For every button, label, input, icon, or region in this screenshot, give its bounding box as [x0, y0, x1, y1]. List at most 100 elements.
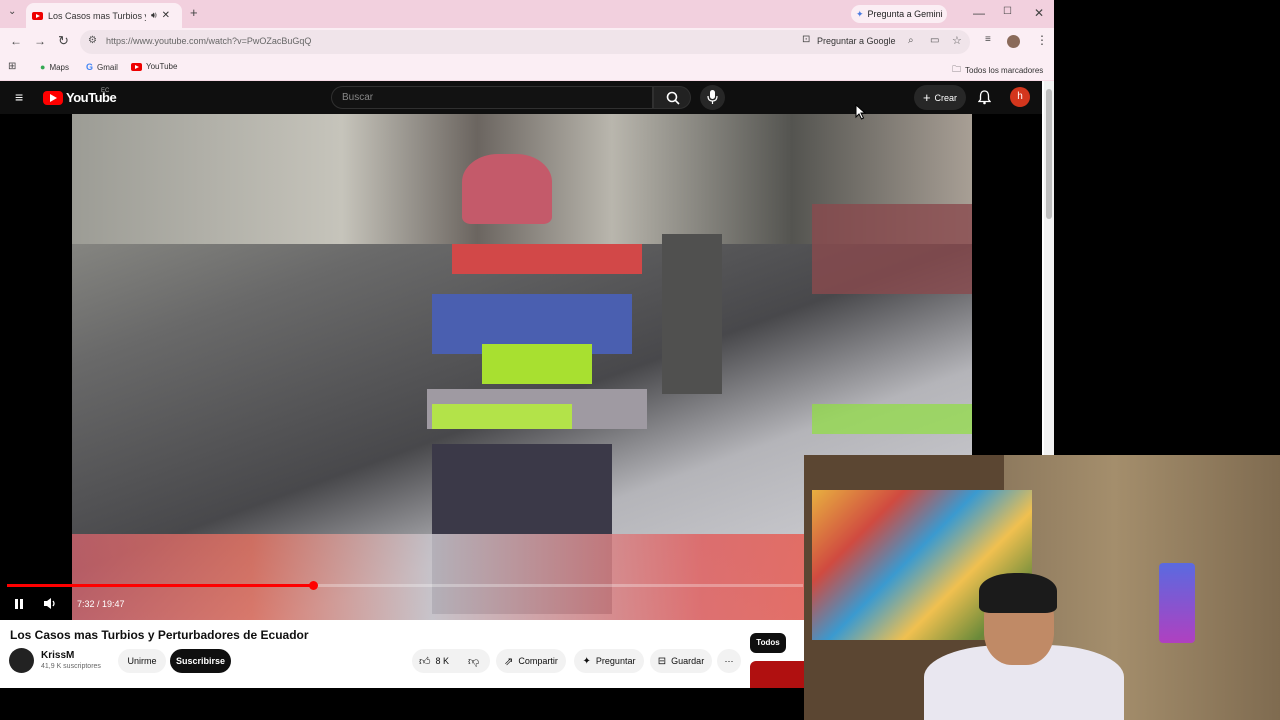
- like-icon[interactable]: 👍︎: [419, 655, 431, 668]
- tab-strip: ⌄ Los Casos mas Turbios y Pe 🔊︎ ✕ + ✦ Pr…: [0, 0, 1054, 28]
- maps-pin-icon: ●: [40, 62, 46, 72]
- url-text[interactable]: https://www.youtube.com/watch?v=PwOZacBu…: [106, 36, 311, 46]
- ask-label: Preguntar: [595, 656, 636, 666]
- time-display: 7:32 / 19:47: [77, 599, 125, 609]
- all-bookmarks-label: Todos los marcadores: [965, 65, 1044, 75]
- apps-grid-icon[interactable]: ⊞: [8, 61, 16, 72]
- close-tab-icon[interactable]: ✕: [162, 10, 170, 21]
- progress-scrubber[interactable]: [309, 581, 318, 590]
- share-button[interactable]: ⇗ Compartir: [496, 649, 566, 673]
- video-person-walking: [662, 234, 722, 394]
- region-code: EC: [101, 88, 110, 94]
- video-car: [812, 204, 972, 294]
- join-button[interactable]: Unirme: [118, 649, 166, 673]
- navigation-bar: ← → ↻ ⚙ https://www.youtube.com/watch?v=…: [0, 28, 1054, 56]
- person-beanie: [979, 573, 1057, 613]
- video-glitch-lime: [432, 404, 572, 429]
- youtube-logo-icon[interactable]: [43, 91, 63, 105]
- microphone-icon: [707, 90, 718, 104]
- site-info-icon[interactable]: ⚙: [88, 35, 97, 46]
- pause-icon[interactable]: [13, 598, 25, 610]
- video-glitch-band: [452, 244, 642, 274]
- recommended-video-thumbnail[interactable]: [750, 661, 804, 688]
- zoom-icon[interactable]: ⌕: [908, 35, 914, 46]
- profile-avatar-icon[interactable]: [1007, 35, 1020, 48]
- youtube-favicon-icon: [32, 11, 43, 20]
- video-glitch-green-right: [812, 404, 972, 434]
- share-icon: ⇗: [504, 655, 514, 668]
- mouse-cursor-icon: [855, 104, 867, 120]
- lens-icon: ⊡: [802, 34, 811, 45]
- bookmark-youtube[interactable]: YouTube: [131, 62, 177, 71]
- new-tab-icon[interactable]: +: [190, 5, 198, 20]
- search-placeholder: Buscar: [342, 92, 374, 103]
- more-actions-button[interactable]: ⋯: [717, 649, 741, 673]
- bookmark-label: Gmail: [97, 62, 118, 72]
- cast-icon[interactable]: ▭: [930, 35, 939, 46]
- media-control-icon[interactable]: ≡: [985, 34, 991, 45]
- youtube-favicon-icon: [131, 62, 142, 71]
- sparkle-icon: ✦: [582, 655, 591, 667]
- ask-google-button[interactable]: Preguntar a Google: [817, 36, 896, 46]
- plus-icon: +: [922, 90, 931, 105]
- save-button[interactable]: ⊟ Guardar: [650, 649, 712, 673]
- bookmark-gmail[interactable]: G Gmail: [86, 62, 118, 72]
- youtube-masthead: ≡ YouTube EC Buscar + Crear h: [0, 81, 1042, 114]
- bookmark-label: YouTube: [146, 62, 178, 71]
- create-button[interactable]: + Crear: [914, 85, 966, 110]
- search-icon: [666, 91, 680, 105]
- account-avatar[interactable]: h: [1010, 87, 1030, 107]
- back-icon[interactable]: ←: [10, 34, 22, 48]
- address-bar[interactable]: ⚙ https://www.youtube.com/watch?v=PwOZac…: [80, 30, 970, 54]
- save-label: Guardar: [671, 656, 705, 666]
- gemini-sparkle-icon: ✦: [856, 8, 864, 19]
- tab-youtube[interactable]: Los Casos mas Turbios y Pe 🔊︎ ✕: [26, 3, 182, 28]
- hamburger-menu-icon[interactable]: ≡: [15, 89, 23, 105]
- progress-bar[interactable]: [7, 581, 803, 590]
- bookmark-maps[interactable]: ● Maps: [40, 62, 69, 72]
- channel-name[interactable]: KrissM: [41, 650, 74, 661]
- webcam-overlay: [804, 455, 1280, 720]
- subscribe-button[interactable]: Suscribirse: [170, 649, 231, 673]
- bookmarks-bar: ⊞ ● Maps G Gmail YouTube 🗀 Todos los mar…: [0, 56, 1054, 80]
- forward-icon[interactable]: →: [34, 34, 46, 48]
- gemini-label: Pregunta a Gemini: [867, 9, 943, 19]
- browser-window: ⌄ Los Casos mas Turbios y Pe 🔊︎ ✕ + ✦ Pr…: [0, 0, 1054, 81]
- video-title: Los Casos mas Turbios y Perturbadores de…: [10, 628, 309, 642]
- tab-title: Los Casos mas Turbios y Pe: [48, 10, 146, 21]
- all-bookmarks-folder[interactable]: 🗀 Todos los marcadores: [952, 62, 1043, 78]
- maximize-icon[interactable]: ☐: [1003, 6, 1012, 17]
- audio-playing-icon[interactable]: 🔊︎: [151, 10, 157, 21]
- like-dislike-group: 👍︎ 8 K 👎︎: [412, 649, 490, 673]
- minimize-icon[interactable]: —: [973, 6, 985, 20]
- share-label: Compartir: [518, 656, 558, 666]
- folder-icon: 🗀: [952, 64, 962, 74]
- progress-fill: [7, 584, 313, 587]
- volume-icon[interactable]: [43, 597, 57, 610]
- video-hat: [462, 154, 552, 224]
- voice-search-button[interactable]: [700, 85, 725, 110]
- bookmark-star-icon[interactable]: ☆: [952, 34, 962, 47]
- scrollbar-thumb[interactable]: [1046, 89, 1052, 219]
- ask-button[interactable]: ✦ Preguntar: [574, 649, 644, 673]
- tab-search-icon[interactable]: ⌄: [8, 6, 16, 17]
- video-glitch-green: [482, 344, 592, 384]
- chip-todos[interactable]: Todos: [750, 633, 786, 653]
- save-playlist-icon: ⊟: [657, 655, 667, 667]
- google-g-icon: G: [86, 62, 94, 72]
- bookmark-label: Maps: [49, 62, 69, 72]
- menu-kebab-icon[interactable]: ⋮: [1036, 33, 1048, 47]
- gemini-button[interactable]: ✦ Pregunta a Gemini: [851, 5, 947, 23]
- dislike-icon[interactable]: 👎︎: [468, 655, 479, 668]
- reload-icon[interactable]: ↻: [58, 33, 69, 49]
- figure-box: [1159, 563, 1195, 643]
- create-label: Crear: [934, 92, 958, 103]
- close-window-icon[interactable]: ✕: [1034, 6, 1044, 20]
- subscriber-count: 41,9 K suscriptores: [41, 663, 101, 670]
- search-input[interactable]: Buscar: [331, 86, 653, 109]
- search-button[interactable]: [653, 86, 691, 109]
- like-count[interactable]: 8 K: [436, 656, 450, 666]
- notifications-bell-icon[interactable]: [978, 90, 991, 105]
- channel-avatar[interactable]: [9, 648, 34, 673]
- more-horizontal-icon: ⋯: [724, 655, 734, 666]
